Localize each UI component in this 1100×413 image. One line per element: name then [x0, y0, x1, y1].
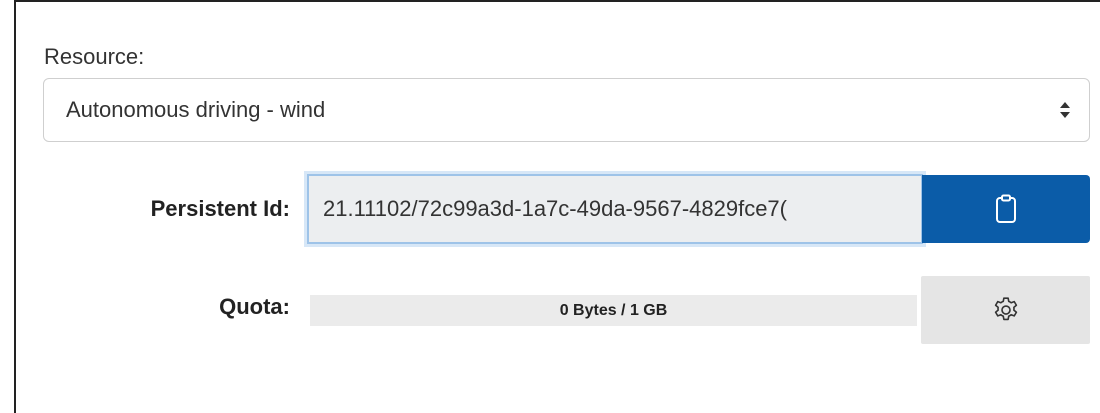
quota-text: 0 Bytes / 1 GB: [559, 301, 668, 319]
resource-select[interactable]: Autonomous driving - wind: [43, 78, 1090, 142]
quota-label: Quota:: [219, 294, 290, 319]
persistent-id-field[interactable]: 21.11102/72c99a3d-1a7c-49da-9567-4829fce…: [307, 174, 923, 244]
resource-label: Resource:: [44, 44, 145, 69]
quota-progress-bar: 0 Bytes / 1 GB: [310, 295, 917, 326]
resource-select-value: Autonomous driving - wind: [66, 97, 326, 122]
gear-icon: [994, 297, 1017, 321]
persistent-id-label: Persistent Id:: [150, 196, 290, 221]
quota-settings-button[interactable]: [921, 276, 1090, 344]
clipboard-icon: [996, 194, 1016, 223]
copy-persistent-id-button[interactable]: [922, 175, 1090, 243]
select-caret-icon: [1060, 102, 1070, 118]
